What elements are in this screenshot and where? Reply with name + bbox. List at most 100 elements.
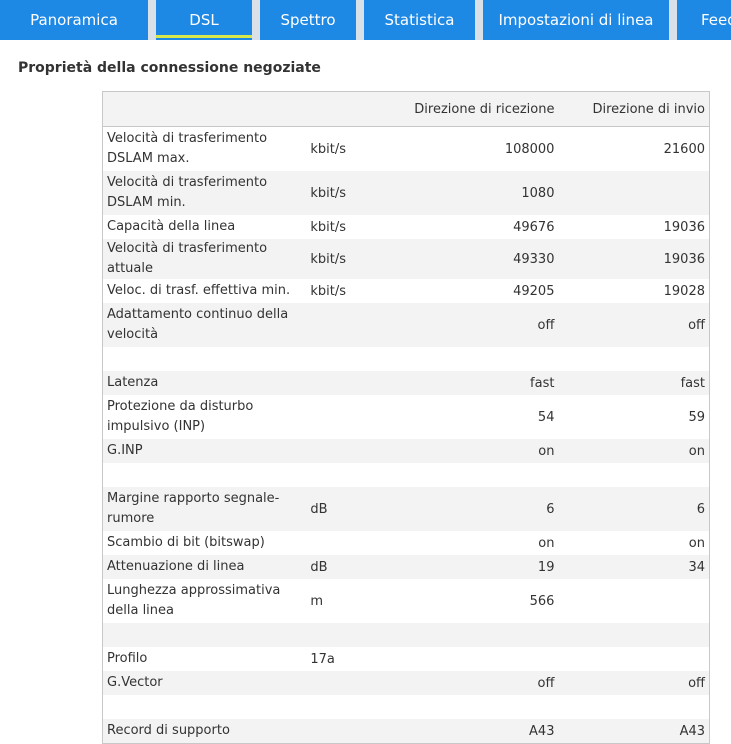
row-label: Veloc. di trasf. effettiva min. bbox=[107, 283, 291, 298]
tab-bar: Panoramica DSL Spettro Statistica Impost… bbox=[0, 0, 731, 40]
row-unit bbox=[310, 371, 370, 395]
column-header-unit bbox=[310, 91, 371, 127]
tab-statistica[interactable]: Statistica bbox=[364, 0, 475, 40]
row-unit: kbit/s bbox=[310, 283, 347, 299]
row-unit: kbit/s bbox=[310, 219, 347, 235]
row-unit bbox=[310, 671, 370, 695]
table-row: Profilo 17a bbox=[102, 647, 710, 671]
row-tx-value bbox=[560, 347, 709, 371]
row-label: Record di supporto bbox=[107, 723, 230, 738]
table-row: G.Vector off off bbox=[102, 671, 710, 695]
row-unit: kbit/s bbox=[310, 251, 347, 267]
row-label: Attenuazione di linea bbox=[107, 559, 245, 574]
row-label: Lunghezza approssimativa della linea bbox=[107, 583, 281, 618]
column-header-label bbox=[102, 91, 311, 127]
table-row: Attenuazione di linea dB 19 34 bbox=[102, 555, 710, 579]
row-rx-value: 49676 bbox=[513, 219, 555, 235]
row-label: G.INP bbox=[107, 443, 143, 458]
table-row: Latenza fast fast bbox=[102, 371, 710, 395]
row-label: Velocità di trasferimento DSLAM max. bbox=[107, 131, 268, 166]
row-tx-value bbox=[560, 647, 709, 671]
tab-feed[interactable]: Feed bbox=[677, 0, 731, 40]
row-label: Velocità di trasferimento attuale bbox=[107, 241, 268, 276]
row-tx-value: 34 bbox=[688, 559, 705, 575]
row-tx-value: 59 bbox=[688, 409, 705, 425]
row-unit bbox=[310, 463, 370, 487]
table-header-row: Direzione di ricezione Direzione di invi… bbox=[102, 91, 710, 127]
table-spacer-row bbox=[102, 695, 710, 719]
row-tx-value: 6 bbox=[696, 501, 705, 517]
row-rx-value: on bbox=[538, 535, 555, 551]
row-unit: dB bbox=[310, 501, 328, 517]
row-label: Scambio di bit (bitswap) bbox=[107, 535, 265, 550]
table-spacer-row bbox=[102, 463, 710, 487]
row-label: Adattamento continuo della velocità bbox=[107, 307, 289, 342]
tab-panoramica[interactable]: Panoramica bbox=[0, 0, 148, 40]
row-unit: m bbox=[310, 593, 324, 609]
row-rx-value: 108000 bbox=[504, 141, 555, 157]
row-tx-value: on bbox=[688, 443, 705, 459]
row-tx-value bbox=[560, 579, 709, 623]
row-label: G.Vector bbox=[107, 675, 163, 690]
row-unit bbox=[310, 623, 370, 647]
row-rx-value: 49205 bbox=[513, 283, 555, 299]
row-label: Protezione da disturbo impulsivo (INP) bbox=[107, 399, 254, 434]
table-row: Protezione da disturbo impulsivo (INP) 5… bbox=[102, 395, 710, 439]
row-rx-value: A43 bbox=[529, 723, 555, 739]
row-label bbox=[103, 347, 311, 371]
row-tx-value bbox=[560, 695, 709, 719]
row-tx-value bbox=[560, 623, 709, 647]
row-label: Margine rapporto segnale-rumore bbox=[107, 491, 280, 526]
section-title: Proprietà della connessione negoziate bbox=[18, 60, 321, 76]
row-unit: 17a bbox=[310, 651, 335, 667]
row-rx-value: 566 bbox=[529, 593, 555, 609]
table-row: Velocità di trasferimento attuale kbit/s… bbox=[102, 239, 710, 279]
row-label bbox=[103, 695, 311, 719]
row-tx-value: 19028 bbox=[663, 283, 705, 299]
column-header-tx: Direzione di invio bbox=[560, 91, 710, 127]
row-tx-value: A43 bbox=[679, 723, 705, 739]
row-tx-value: off bbox=[688, 675, 705, 691]
row-label bbox=[103, 623, 311, 647]
row-unit bbox=[310, 531, 370, 555]
tab-dsl[interactable]: DSL bbox=[156, 0, 252, 40]
tab-impostazioni-di-linea[interactable]: Impostazioni di linea bbox=[483, 0, 669, 40]
column-header-rx: Direzione di ricezione bbox=[370, 91, 561, 127]
row-rx-value bbox=[370, 463, 560, 487]
row-unit bbox=[310, 395, 370, 439]
table-row: Margine rapporto segnale-rumore dB 6 6 bbox=[102, 487, 710, 531]
row-unit: kbit/s bbox=[310, 141, 347, 157]
row-rx-value: 49330 bbox=[513, 251, 555, 267]
row-rx-value: fast bbox=[530, 375, 555, 391]
table-row: Lunghezza approssimativa della linea m 5… bbox=[102, 579, 710, 623]
row-label: Profilo bbox=[107, 651, 148, 666]
row-tx-value bbox=[560, 171, 709, 215]
row-rx-value: on bbox=[538, 443, 555, 459]
row-tx-value: on bbox=[688, 535, 705, 551]
row-rx-value: off bbox=[537, 317, 555, 333]
table-row: Record di supporto A43 A43 bbox=[102, 719, 710, 744]
table-row: Velocità di trasferimento DSLAM min. kbi… bbox=[102, 171, 710, 215]
row-unit bbox=[310, 347, 370, 371]
table-row: Veloc. di trasf. effettiva min. kbit/s 4… bbox=[102, 279, 710, 303]
row-rx-value bbox=[370, 623, 560, 647]
row-unit bbox=[310, 439, 370, 463]
row-unit: dB bbox=[310, 559, 328, 575]
table-row: G.INP on on bbox=[102, 439, 710, 463]
row-rx-value bbox=[370, 347, 560, 371]
table-spacer-row bbox=[102, 623, 710, 647]
row-tx-value: fast bbox=[680, 375, 705, 391]
row-tx-value: off bbox=[688, 317, 705, 333]
row-rx-value: 1080 bbox=[521, 185, 555, 201]
row-rx-value: 19 bbox=[537, 559, 555, 575]
row-rx-value bbox=[370, 647, 560, 671]
row-tx-value bbox=[560, 463, 709, 487]
tab-spettro[interactable]: Spettro bbox=[260, 0, 356, 40]
row-rx-value bbox=[370, 695, 560, 719]
row-label: Velocità di trasferimento DSLAM min. bbox=[107, 175, 268, 210]
table-row: Scambio di bit (bitswap) on on bbox=[102, 531, 710, 555]
table-row: Capacità della linea kbit/s 49676 19036 bbox=[102, 215, 710, 239]
row-rx-value: 54 bbox=[537, 409, 555, 425]
row-unit bbox=[310, 719, 370, 744]
row-label bbox=[103, 463, 311, 487]
